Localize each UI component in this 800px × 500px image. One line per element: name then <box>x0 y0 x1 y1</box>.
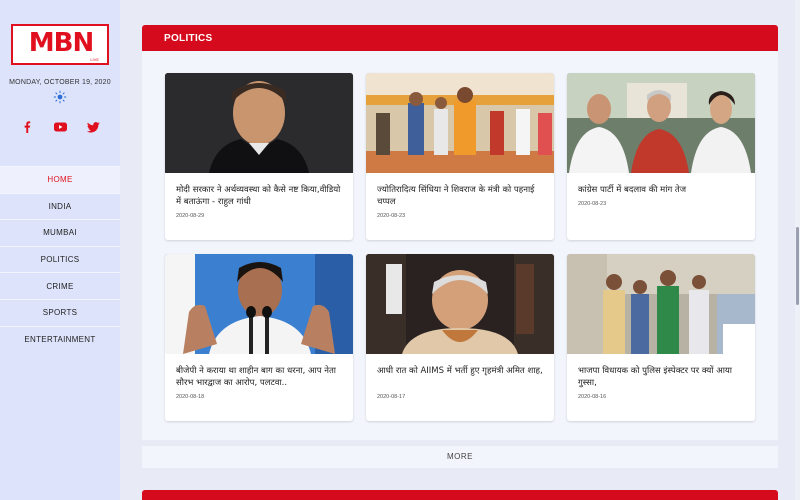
news-card[interactable]: मोदी सरकार ने अर्थव्यवस्था को कैसे नष्ट … <box>165 73 353 240</box>
news-title[interactable]: कांग्रेस पार्टी में बदलाव की मांग तेज <box>578 184 746 196</box>
main-nav: HOME INDIA MUMBAI POLITICS CRIME SPORTS … <box>0 166 120 353</box>
section-title[interactable]: POLITICS <box>142 25 778 51</box>
news-card[interactable]: कांग्रेस पार्टी में बदलाव की मांग तेज 20… <box>567 73 755 240</box>
news-date: 2020-08-16 <box>578 394 607 400</box>
facebook-icon[interactable] <box>20 120 34 134</box>
news-thumbnail[interactable] <box>165 73 353 173</box>
news-title[interactable]: ज्योतिरादित्य सिंधिया ने शिवराज के मंत्र… <box>377 184 545 208</box>
site-logo[interactable]: MBN LIVE <box>11 24 109 65</box>
current-date: MONDAY, OCTOBER 19, 2020 <box>9 79 111 86</box>
news-title[interactable]: भाजपा विधायक को पुलिस इंस्पेक्टर पर क्यो… <box>578 365 746 389</box>
news-card[interactable]: बीजेपी ने कराया था शाहीन बाग का धरना, आप… <box>165 254 353 421</box>
nav-item-sports[interactable]: SPORTS <box>0 298 120 326</box>
page-scrollbar[interactable] <box>795 0 800 500</box>
more-button[interactable]: MORE <box>142 446 778 468</box>
nav-item-crime[interactable]: CRIME <box>0 272 120 299</box>
news-grid: मोदी सरकार ने अर्थव्यवस्था को कैसे नष्ट … <box>142 51 778 440</box>
news-thumbnail[interactable] <box>165 254 353 354</box>
next-section-header <box>142 490 778 500</box>
news-thumbnail[interactable] <box>567 73 755 173</box>
news-date: 2020-08-23 <box>578 201 607 207</box>
nav-item-entertainment[interactable]: ENTERTAINMENT <box>0 325 120 353</box>
news-date: 2020-08-18 <box>176 394 205 400</box>
twitter-icon[interactable] <box>86 120 100 134</box>
logo-sub: LIVE <box>90 57 99 62</box>
news-date: 2020-08-29 <box>176 213 205 219</box>
news-date: 2020-08-17 <box>377 394 406 400</box>
politics-section: POLITICS मोदी सरकार ने अर्थव्यवस्था को क… <box>142 25 778 440</box>
scrollbar-thumb[interactable] <box>796 227 799 305</box>
nav-item-politics[interactable]: POLITICS <box>0 245 120 273</box>
news-card[interactable]: भाजपा विधायक को पुलिस इंस्पेक्टर पर क्यो… <box>567 254 755 421</box>
nav-item-india[interactable]: INDIA <box>0 192 120 220</box>
logo-text: MBN <box>28 28 94 58</box>
news-card[interactable]: ज्योतिरादित्य सिंधिया ने शिवराज के मंत्र… <box>366 73 554 240</box>
news-title[interactable]: आधी रात को AIIMS में भर्ती हुए गृहमंत्री… <box>377 365 545 377</box>
news-title[interactable]: मोदी सरकार ने अर्थव्यवस्था को कैसे नष्ट … <box>176 184 344 208</box>
nav-item-mumbai[interactable]: MUMBAI <box>0 219 120 246</box>
news-card[interactable]: आधी रात को AIIMS में भर्ती हुए गृहमंत्री… <box>366 254 554 421</box>
news-title[interactable]: बीजेपी ने कराया था शाहीन बाग का धरना, आप… <box>176 365 344 389</box>
news-thumbnail[interactable] <box>366 73 554 173</box>
news-thumbnail[interactable] <box>567 254 755 354</box>
nav-item-home[interactable]: HOME <box>0 166 120 193</box>
youtube-icon[interactable] <box>53 120 67 134</box>
sun-icon <box>53 90 67 104</box>
sidebar: MBN LIVE MONDAY, OCTOBER 19, 2020 HOME I… <box>0 0 120 500</box>
news-thumbnail[interactable] <box>366 254 554 354</box>
news-date: 2020-08-23 <box>377 213 406 219</box>
